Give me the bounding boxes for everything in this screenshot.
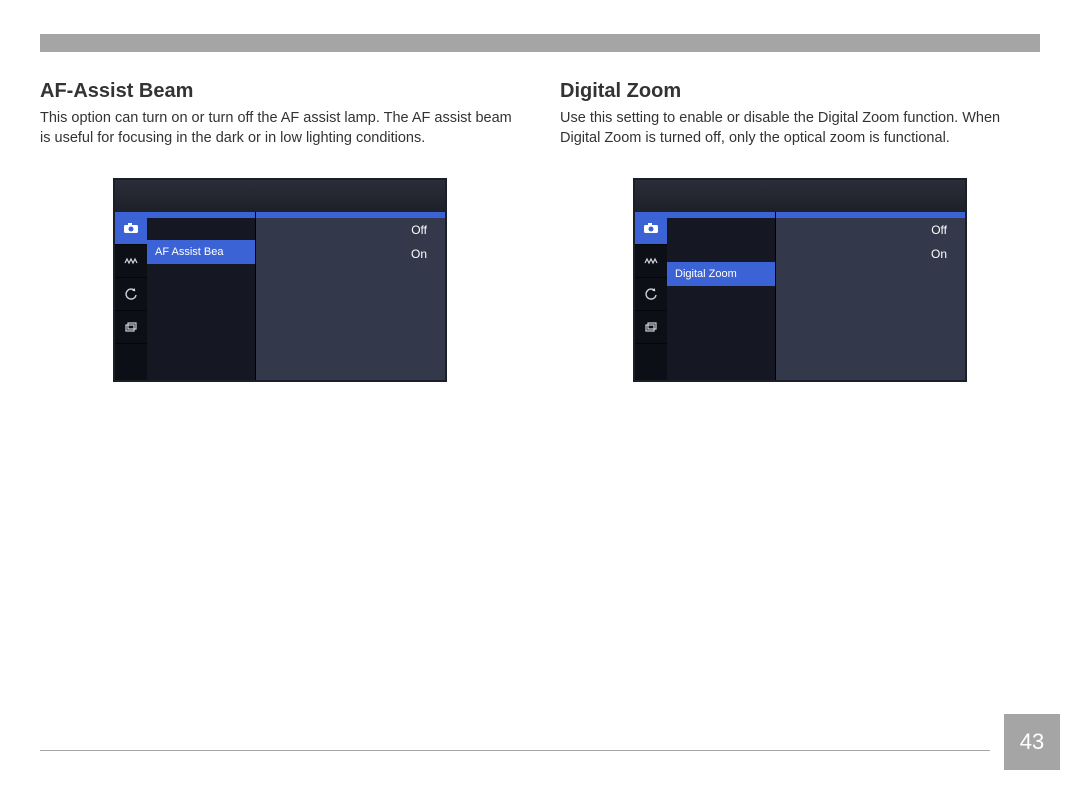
page-content: AF-Assist Beam This option can turn on o…	[40, 80, 1040, 382]
layers-icon[interactable]	[115, 311, 147, 344]
option-on[interactable]: On	[256, 242, 445, 266]
section-af-assist: AF-Assist Beam This option can turn on o…	[40, 80, 520, 382]
lcd-midmenu: AF Assist Bea	[147, 212, 255, 380]
lcd-sidebar	[635, 212, 667, 380]
lcd-options-panel: Off On	[775, 212, 965, 380]
camera-icon[interactable]	[635, 212, 667, 245]
burst-icon[interactable]	[635, 245, 667, 278]
refresh-icon[interactable]	[635, 278, 667, 311]
camera-lcd-digital-zoom: Digital Zoom Off On	[633, 178, 967, 382]
footer-rule	[40, 750, 990, 752]
layers-icon[interactable]	[635, 311, 667, 344]
lcd-top-bezel	[635, 180, 965, 213]
page-number: 43	[1004, 714, 1060, 770]
menu-item-af-assist[interactable]: AF Assist Bea	[147, 240, 255, 264]
option-off[interactable]: Off	[256, 218, 445, 242]
section-title: Digital Zoom	[560, 80, 1040, 103]
option-on[interactable]: On	[776, 242, 965, 266]
header-bar	[40, 34, 1040, 52]
section-digital-zoom: Digital Zoom Use this setting to enable …	[560, 80, 1040, 382]
lcd-options-panel: Off On	[255, 212, 445, 380]
lcd-sidebar	[115, 212, 147, 380]
section-body: This option can turn on or turn off the …	[40, 109, 520, 148]
option-off[interactable]: Off	[776, 218, 965, 242]
section-body: Use this setting to enable or disable th…	[560, 109, 1040, 148]
lcd-midmenu: Digital Zoom	[667, 212, 775, 380]
lcd-top-bezel	[115, 180, 445, 213]
burst-icon[interactable]	[115, 245, 147, 278]
menu-item-digital-zoom[interactable]: Digital Zoom	[667, 262, 775, 286]
refresh-icon[interactable]	[115, 278, 147, 311]
camera-lcd-af-assist: AF Assist Bea Off On	[113, 178, 447, 382]
camera-icon[interactable]	[115, 212, 147, 245]
section-title: AF-Assist Beam	[40, 80, 520, 103]
